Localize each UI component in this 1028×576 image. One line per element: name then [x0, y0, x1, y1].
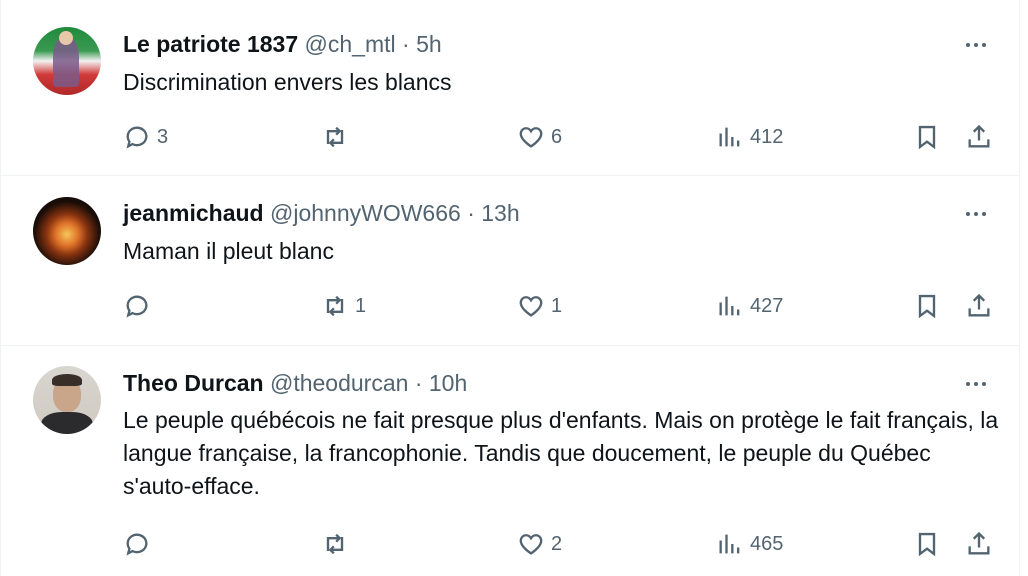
tweet-text: Maman il pleut blanc [123, 238, 334, 264]
reply-button[interactable] [123, 291, 157, 321]
share-button[interactable] [965, 122, 993, 152]
like-button[interactable]: 2 [517, 529, 562, 559]
more-icon[interactable] [961, 374, 991, 394]
tweet[interactable]: Le patriote 1837 @ch_mtl · 5h Discrimina… [1, 0, 1019, 176]
repost-button[interactable]: 1 [321, 291, 366, 321]
like-count: 1 [551, 294, 563, 317]
repost-button[interactable] [321, 529, 355, 559]
views-button[interactable]: 427 [716, 291, 783, 321]
tweet-text: Le peuple québécois ne fait presque plus… [123, 407, 999, 499]
bookmark-button[interactable] [913, 291, 941, 321]
like-count: 2 [551, 532, 563, 555]
tweet[interactable]: jeanmichaud @johnnyWOW666 · 13h Maman il… [1, 176, 1019, 346]
bookmark-icon [918, 125, 936, 150]
tweet[interactable]: Theo Durcan @theodurcan · 10h Le peuple … [1, 346, 1019, 576]
display-name[interactable]: Le patriote 1837 [123, 31, 298, 57]
repost-count: 1 [355, 294, 367, 317]
timestamp[interactable]: 10h [429, 370, 467, 396]
views-icon [719, 127, 740, 147]
handle[interactable]: @johnnyWOW666 [270, 200, 461, 226]
timestamp[interactable]: 13h [481, 200, 519, 226]
like-count: 6 [551, 125, 563, 148]
share-button[interactable] [965, 291, 993, 321]
reply-count: 3 [157, 125, 169, 148]
handle[interactable]: @theodurcan [270, 370, 408, 396]
repost-icon [326, 295, 344, 317]
separator: · [402, 31, 410, 57]
tweet-header: Le patriote 1837 @ch_mtl · 5h [123, 30, 442, 58]
share-icon [968, 531, 990, 555]
reply-feed: Le patriote 1837 @ch_mtl · 5h Discrimina… [0, 0, 1020, 576]
view-count: 465 [750, 532, 784, 555]
handle[interactable]: @ch_mtl [305, 31, 396, 57]
repost-icon [326, 126, 344, 148]
tweet-header: Theo Durcan @theodurcan · 10h [123, 369, 467, 397]
reply-button[interactable]: 3 [123, 122, 168, 152]
timestamp[interactable]: 5h [416, 31, 442, 57]
avatar[interactable] [33, 197, 101, 265]
separator: · [414, 370, 423, 396]
heart-icon [519, 534, 543, 555]
reply-icon [126, 533, 148, 556]
heart-icon [519, 296, 543, 317]
bookmark-icon [918, 294, 936, 319]
heart-icon [519, 127, 543, 148]
bookmark-icon [918, 532, 936, 557]
tweet-text: Discrimination envers les blancs [123, 69, 452, 95]
like-button[interactable]: 1 [517, 291, 562, 321]
display-name[interactable]: Theo Durcan [123, 370, 264, 396]
share-button[interactable] [965, 529, 993, 559]
bookmark-button[interactable] [913, 529, 941, 559]
like-button[interactable]: 6 [517, 122, 562, 152]
share-icon [968, 124, 990, 148]
bookmark-button[interactable] [913, 122, 941, 152]
views-button[interactable]: 412 [716, 122, 783, 152]
reply-button[interactable] [123, 529, 157, 559]
more-icon[interactable] [961, 35, 991, 55]
views-button[interactable]: 465 [716, 529, 783, 559]
share-icon [968, 293, 990, 317]
view-count: 412 [750, 125, 784, 148]
avatar[interactable] [33, 366, 101, 434]
view-count: 427 [750, 294, 784, 317]
avatar[interactable] [33, 27, 101, 95]
reply-icon [126, 126, 148, 149]
reply-icon [126, 295, 148, 318]
display-name[interactable]: jeanmichaud [123, 200, 264, 226]
more-icon[interactable] [961, 204, 991, 224]
repost-icon [326, 533, 344, 555]
repost-button[interactable] [321, 122, 355, 152]
views-icon [719, 296, 740, 316]
tweet-header: jeanmichaud @johnnyWOW666 · 13h [123, 199, 520, 227]
separator: · [467, 200, 475, 226]
views-icon [719, 534, 740, 554]
